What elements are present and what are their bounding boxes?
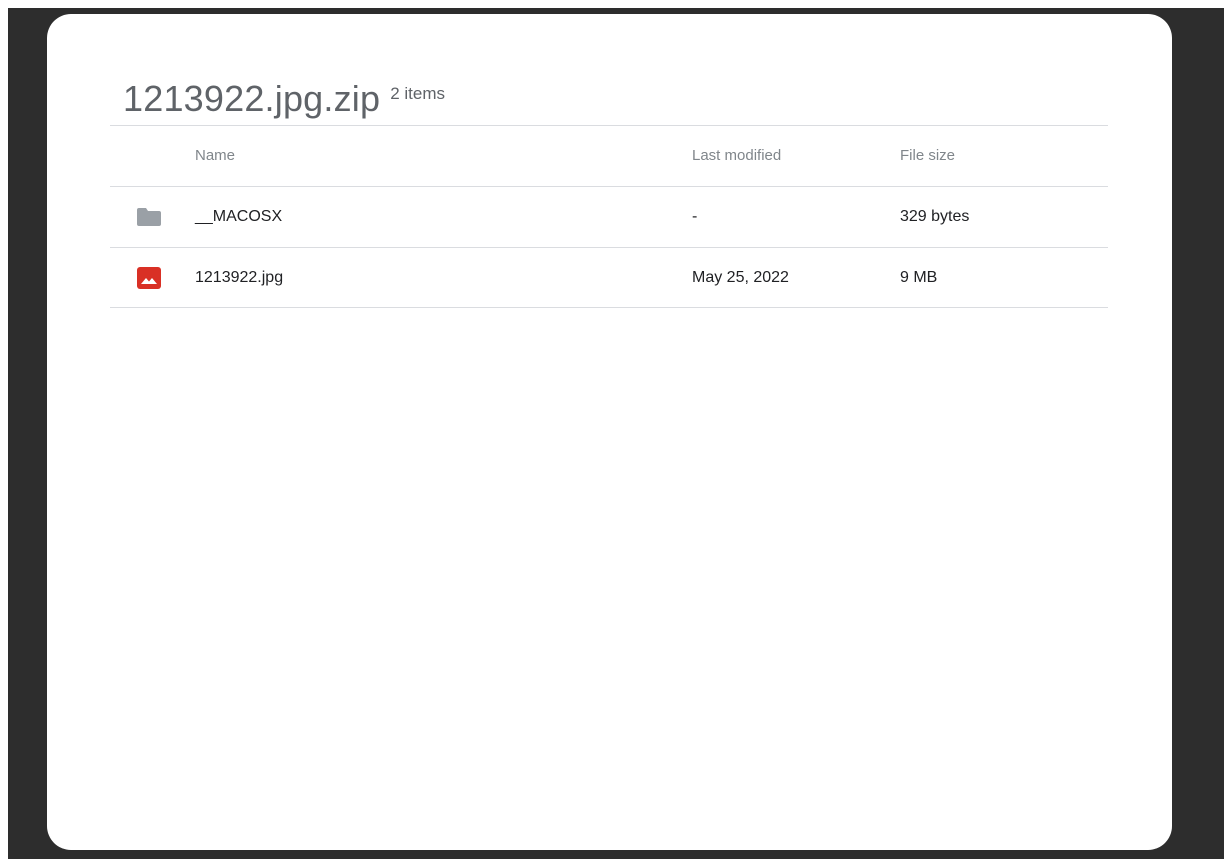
- image-file-icon: [137, 248, 163, 308]
- archive-title: 1213922.jpg.zip: [123, 78, 381, 119]
- table-row[interactable]: 1213922.jpg May 25, 2022 9 MB: [110, 247, 1108, 308]
- row-file-name: __MACOSX: [195, 208, 283, 225]
- folder-icon: [137, 187, 163, 247]
- row-last-modified: May 25, 2022: [692, 269, 789, 286]
- zip-contents-dialog: 1213922.jpg.zip 2 items Name Last modifi…: [47, 14, 1172, 850]
- row-file-name: 1213922.jpg: [195, 269, 284, 286]
- row-file-size: 329 bytes: [900, 208, 970, 225]
- column-header-file-size[interactable]: File size: [900, 126, 955, 186]
- row-last-modified: -: [692, 208, 698, 225]
- column-header-last-modified[interactable]: Last modified: [692, 126, 781, 186]
- file-table: Name Last modified File size __MACOSX - …: [110, 125, 1108, 308]
- dialog-header: 1213922.jpg.zip 2 items: [123, 78, 445, 120]
- row-file-size: 9 MB: [900, 269, 938, 286]
- column-header-name[interactable]: Name: [195, 126, 235, 186]
- table-row[interactable]: __MACOSX - 329 bytes: [110, 186, 1108, 247]
- item-count: 2 items: [390, 84, 446, 103]
- table-header-row: Name Last modified File size: [110, 125, 1108, 186]
